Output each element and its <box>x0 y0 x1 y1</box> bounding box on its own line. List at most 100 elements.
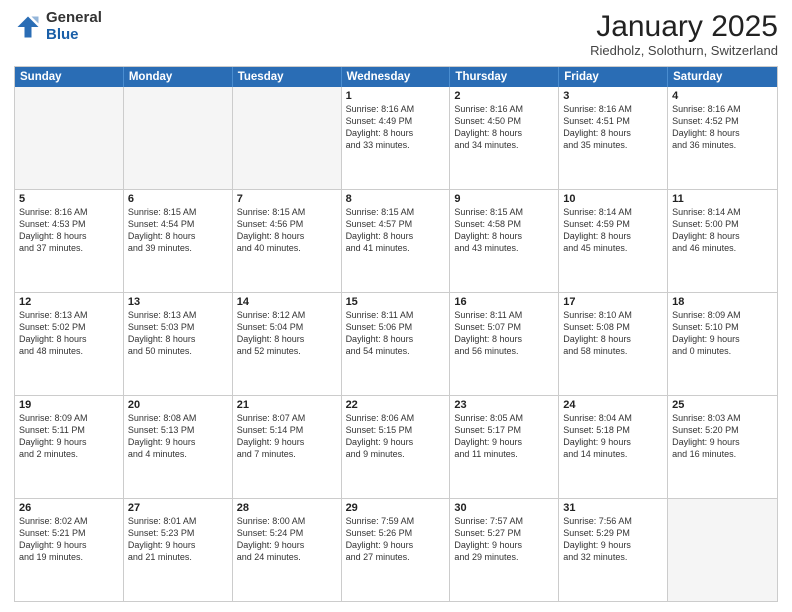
day-info: Sunrise: 8:14 AM Sunset: 4:59 PM Dayligh… <box>563 206 663 255</box>
day-number: 21 <box>237 399 337 411</box>
day-info: Sunrise: 8:15 AM Sunset: 4:54 PM Dayligh… <box>128 206 228 255</box>
day-info: Sunrise: 8:00 AM Sunset: 5:24 PM Dayligh… <box>237 515 337 564</box>
calendar-cell: 24Sunrise: 8:04 AM Sunset: 5:18 PM Dayli… <box>559 396 668 498</box>
calendar-cell: 30Sunrise: 7:57 AM Sunset: 5:27 PM Dayli… <box>450 499 559 601</box>
calendar-cell: 21Sunrise: 8:07 AM Sunset: 5:14 PM Dayli… <box>233 396 342 498</box>
day-info: Sunrise: 8:03 AM Sunset: 5:20 PM Dayligh… <box>672 412 773 461</box>
day-info: Sunrise: 7:56 AM Sunset: 5:29 PM Dayligh… <box>563 515 663 564</box>
calendar-cell: 27Sunrise: 8:01 AM Sunset: 5:23 PM Dayli… <box>124 499 233 601</box>
calendar-cell: 16Sunrise: 8:11 AM Sunset: 5:07 PM Dayli… <box>450 293 559 395</box>
calendar-cell: 20Sunrise: 8:08 AM Sunset: 5:13 PM Dayli… <box>124 396 233 498</box>
day-number: 19 <box>19 399 119 411</box>
day-number: 17 <box>563 296 663 308</box>
calendar-week: 26Sunrise: 8:02 AM Sunset: 5:21 PM Dayli… <box>15 499 777 601</box>
day-info: Sunrise: 8:13 AM Sunset: 5:02 PM Dayligh… <box>19 309 119 358</box>
day-number: 30 <box>454 502 554 514</box>
day-number: 28 <box>237 502 337 514</box>
calendar-cell: 13Sunrise: 8:13 AM Sunset: 5:03 PM Dayli… <box>124 293 233 395</box>
logo: General Blue <box>14 10 102 43</box>
day-number: 11 <box>672 193 773 205</box>
day-info: Sunrise: 8:16 AM Sunset: 4:49 PM Dayligh… <box>346 103 446 152</box>
calendar-cell: 7Sunrise: 8:15 AM Sunset: 4:56 PM Daylig… <box>233 190 342 292</box>
day-info: Sunrise: 8:05 AM Sunset: 5:17 PM Dayligh… <box>454 412 554 461</box>
day-info: Sunrise: 8:16 AM Sunset: 4:50 PM Dayligh… <box>454 103 554 152</box>
calendar-week: 5Sunrise: 8:16 AM Sunset: 4:53 PM Daylig… <box>15 190 777 293</box>
day-number: 10 <box>563 193 663 205</box>
day-number: 13 <box>128 296 228 308</box>
calendar-cell: 1Sunrise: 8:16 AM Sunset: 4:49 PM Daylig… <box>342 87 451 189</box>
day-number: 3 <box>563 90 663 102</box>
calendar-header-cell: Monday <box>124 67 233 87</box>
calendar-cell-empty <box>15 87 124 189</box>
day-info: Sunrise: 8:02 AM Sunset: 5:21 PM Dayligh… <box>19 515 119 564</box>
calendar-week: 1Sunrise: 8:16 AM Sunset: 4:49 PM Daylig… <box>15 87 777 190</box>
calendar-header-cell: Thursday <box>450 67 559 87</box>
calendar-cell: 22Sunrise: 8:06 AM Sunset: 5:15 PM Dayli… <box>342 396 451 498</box>
calendar: SundayMondayTuesdayWednesdayThursdayFrid… <box>14 66 778 602</box>
day-info: Sunrise: 8:11 AM Sunset: 5:06 PM Dayligh… <box>346 309 446 358</box>
calendar-cell: 12Sunrise: 8:13 AM Sunset: 5:02 PM Dayli… <box>15 293 124 395</box>
calendar-cell-empty <box>668 499 777 601</box>
day-number: 20 <box>128 399 228 411</box>
calendar-header-cell: Tuesday <box>233 67 342 87</box>
day-number: 27 <box>128 502 228 514</box>
day-info: Sunrise: 8:15 AM Sunset: 4:56 PM Dayligh… <box>237 206 337 255</box>
calendar-cell: 10Sunrise: 8:14 AM Sunset: 4:59 PM Dayli… <box>559 190 668 292</box>
day-number: 12 <box>19 296 119 308</box>
day-number: 5 <box>19 193 119 205</box>
day-number: 23 <box>454 399 554 411</box>
calendar-header-row: SundayMondayTuesdayWednesdayThursdayFrid… <box>15 67 777 87</box>
day-info: Sunrise: 8:16 AM Sunset: 4:51 PM Dayligh… <box>563 103 663 152</box>
day-info: Sunrise: 8:15 AM Sunset: 4:57 PM Dayligh… <box>346 206 446 255</box>
day-info: Sunrise: 8:13 AM Sunset: 5:03 PM Dayligh… <box>128 309 228 358</box>
calendar-body: 1Sunrise: 8:16 AM Sunset: 4:49 PM Daylig… <box>15 87 777 601</box>
day-info: Sunrise: 8:04 AM Sunset: 5:18 PM Dayligh… <box>563 412 663 461</box>
calendar-cell: 6Sunrise: 8:15 AM Sunset: 4:54 PM Daylig… <box>124 190 233 292</box>
calendar-cell: 18Sunrise: 8:09 AM Sunset: 5:10 PM Dayli… <box>668 293 777 395</box>
logo-general: General <box>46 9 102 26</box>
day-info: Sunrise: 8:08 AM Sunset: 5:13 PM Dayligh… <box>128 412 228 461</box>
day-info: Sunrise: 8:16 AM Sunset: 4:52 PM Dayligh… <box>672 103 773 152</box>
logo-text: General Blue <box>46 10 102 43</box>
day-info: Sunrise: 8:09 AM Sunset: 5:11 PM Dayligh… <box>19 412 119 461</box>
calendar-cell: 2Sunrise: 8:16 AM Sunset: 4:50 PM Daylig… <box>450 87 559 189</box>
calendar-header-cell: Wednesday <box>342 67 451 87</box>
header: General Blue January 2025 Riedholz, Solo… <box>14 10 778 58</box>
calendar-title: January 2025 <box>590 10 778 43</box>
day-number: 31 <box>563 502 663 514</box>
calendar-cell: 8Sunrise: 8:15 AM Sunset: 4:57 PM Daylig… <box>342 190 451 292</box>
calendar-week: 12Sunrise: 8:13 AM Sunset: 5:02 PM Dayli… <box>15 293 777 396</box>
day-number: 1 <box>346 90 446 102</box>
calendar-cell: 9Sunrise: 8:15 AM Sunset: 4:58 PM Daylig… <box>450 190 559 292</box>
calendar-cell: 5Sunrise: 8:16 AM Sunset: 4:53 PM Daylig… <box>15 190 124 292</box>
calendar-header-cell: Saturday <box>668 67 777 87</box>
day-number: 25 <box>672 399 773 411</box>
day-info: Sunrise: 8:11 AM Sunset: 5:07 PM Dayligh… <box>454 309 554 358</box>
day-info: Sunrise: 8:15 AM Sunset: 4:58 PM Dayligh… <box>454 206 554 255</box>
day-info: Sunrise: 8:09 AM Sunset: 5:10 PM Dayligh… <box>672 309 773 358</box>
day-info: Sunrise: 8:12 AM Sunset: 5:04 PM Dayligh… <box>237 309 337 358</box>
day-info: Sunrise: 8:07 AM Sunset: 5:14 PM Dayligh… <box>237 412 337 461</box>
day-info: Sunrise: 8:14 AM Sunset: 5:00 PM Dayligh… <box>672 206 773 255</box>
day-number: 4 <box>672 90 773 102</box>
calendar-cell: 14Sunrise: 8:12 AM Sunset: 5:04 PM Dayli… <box>233 293 342 395</box>
logo-blue: Blue <box>46 26 79 43</box>
day-info: Sunrise: 8:06 AM Sunset: 5:15 PM Dayligh… <box>346 412 446 461</box>
page: General Blue January 2025 Riedholz, Solo… <box>0 0 792 612</box>
calendar-cell: 4Sunrise: 8:16 AM Sunset: 4:52 PM Daylig… <box>668 87 777 189</box>
calendar-cell: 3Sunrise: 8:16 AM Sunset: 4:51 PM Daylig… <box>559 87 668 189</box>
calendar-subtitle: Riedholz, Solothurn, Switzerland <box>590 43 778 58</box>
day-number: 15 <box>346 296 446 308</box>
day-number: 9 <box>454 193 554 205</box>
calendar-cell: 11Sunrise: 8:14 AM Sunset: 5:00 PM Dayli… <box>668 190 777 292</box>
day-number: 8 <box>346 193 446 205</box>
day-number: 29 <box>346 502 446 514</box>
day-info: Sunrise: 8:16 AM Sunset: 4:53 PM Dayligh… <box>19 206 119 255</box>
calendar-cell: 23Sunrise: 8:05 AM Sunset: 5:17 PM Dayli… <box>450 396 559 498</box>
day-number: 16 <box>454 296 554 308</box>
title-block: January 2025 Riedholz, Solothurn, Switze… <box>590 10 778 58</box>
day-info: Sunrise: 8:01 AM Sunset: 5:23 PM Dayligh… <box>128 515 228 564</box>
calendar-cell-empty <box>124 87 233 189</box>
calendar-cell: 25Sunrise: 8:03 AM Sunset: 5:20 PM Dayli… <box>668 396 777 498</box>
calendar-cell: 17Sunrise: 8:10 AM Sunset: 5:08 PM Dayli… <box>559 293 668 395</box>
